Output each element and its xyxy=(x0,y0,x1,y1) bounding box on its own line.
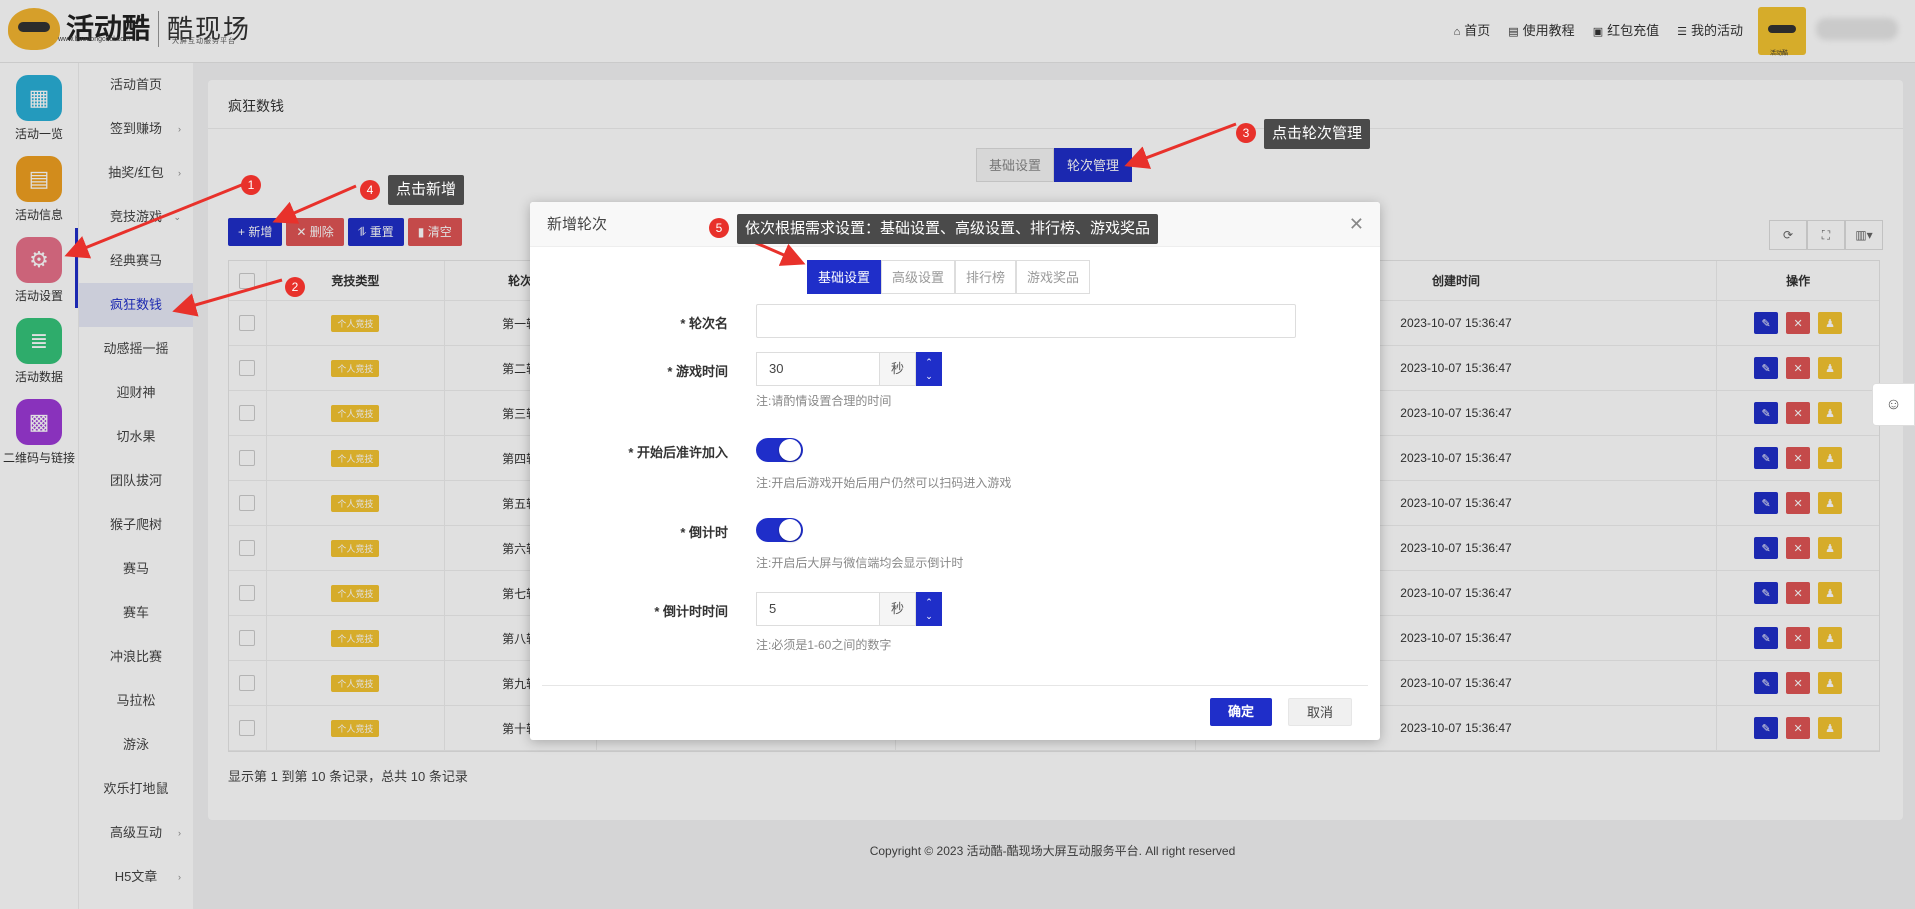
countdown-time-stepper: 5 秒 ⌃ ⌄ xyxy=(756,592,942,626)
game-time-unit: 秒 xyxy=(880,352,916,386)
step-note-3: 点击轮次管理 xyxy=(1264,119,1371,149)
close-icon[interactable]: ✕ xyxy=(1349,214,1364,235)
game-time-input[interactable]: 30 xyxy=(756,352,880,386)
step-badge-2: 2 xyxy=(285,277,305,297)
step-note-5: 依次根据需求设置：基础设置、高级设置、排行榜、游戏奖品 xyxy=(737,214,1159,244)
step-badge-4: 4 xyxy=(360,180,380,200)
countdown-label: * 倒计时 xyxy=(680,525,728,540)
round-name-label: * 轮次名 xyxy=(680,316,728,331)
game-time-spinner[interactable]: ⌃ ⌄ xyxy=(916,352,942,386)
chevron-up-icon[interactable]: ⌃ xyxy=(925,595,933,609)
step-badge-1: 1 xyxy=(241,175,261,195)
countdown-time-spinner[interactable]: ⌃ ⌄ xyxy=(916,592,942,626)
confirm-button[interactable]: 确定 xyxy=(1210,698,1273,726)
countdown-time-unit: 秒 xyxy=(880,592,916,626)
cancel-button[interactable]: 取消 xyxy=(1288,698,1353,726)
step-note-4: 点击新增 xyxy=(388,175,465,205)
tab-dialog-basic[interactable]: 基础设置 xyxy=(807,260,882,294)
step-badge-3: 3 xyxy=(1236,123,1256,143)
dialog-footer-divider xyxy=(542,685,1368,686)
countdown-time-input[interactable]: 5 xyxy=(756,592,880,626)
chevron-down-icon[interactable]: ⌄ xyxy=(925,369,933,383)
allow-join-hint: 注:开启后游戏开始后用户仍然可以扫码进入游戏 xyxy=(756,476,1012,490)
chevron-up-icon[interactable]: ⌃ xyxy=(925,355,933,369)
new-round-dialog: 新增轮次 ✕ 基础设置 高级设置 排行榜 游戏奖品 * 轮次名 * 游戏时间 3… xyxy=(530,202,1380,740)
tab-dialog-prizes[interactable]: 游戏奖品 xyxy=(1016,260,1091,294)
tab-dialog-ranking[interactable]: 排行榜 xyxy=(955,260,1017,294)
customer-service-icon[interactable]: ☺ xyxy=(1872,383,1915,426)
game-time-stepper: 30 秒 ⌃ ⌄ xyxy=(756,352,942,386)
dialog-tabs: 基础设置 高级设置 排行榜 游戏奖品 xyxy=(807,260,1091,294)
countdown-time-hint: 注:必须是1-60之间的数字 xyxy=(756,638,892,652)
countdown-hint: 注:开启后大屏与微信端均会显示倒计时 xyxy=(756,556,964,570)
countdown-toggle[interactable] xyxy=(756,518,803,542)
countdown-time-label: * 倒计时时间 xyxy=(654,604,728,619)
allow-join-label: * 开始后准许加入 xyxy=(628,445,728,460)
round-name-input[interactable] xyxy=(756,304,1296,338)
game-time-label: * 游戏时间 xyxy=(667,364,728,379)
allow-join-toggle[interactable] xyxy=(756,438,803,462)
game-time-hint: 注:请酌情设置合理的时间 xyxy=(756,394,892,408)
tab-dialog-advanced[interactable]: 高级设置 xyxy=(881,260,956,294)
chevron-down-icon[interactable]: ⌄ xyxy=(925,609,933,623)
step-badge-5: 5 xyxy=(709,218,729,238)
